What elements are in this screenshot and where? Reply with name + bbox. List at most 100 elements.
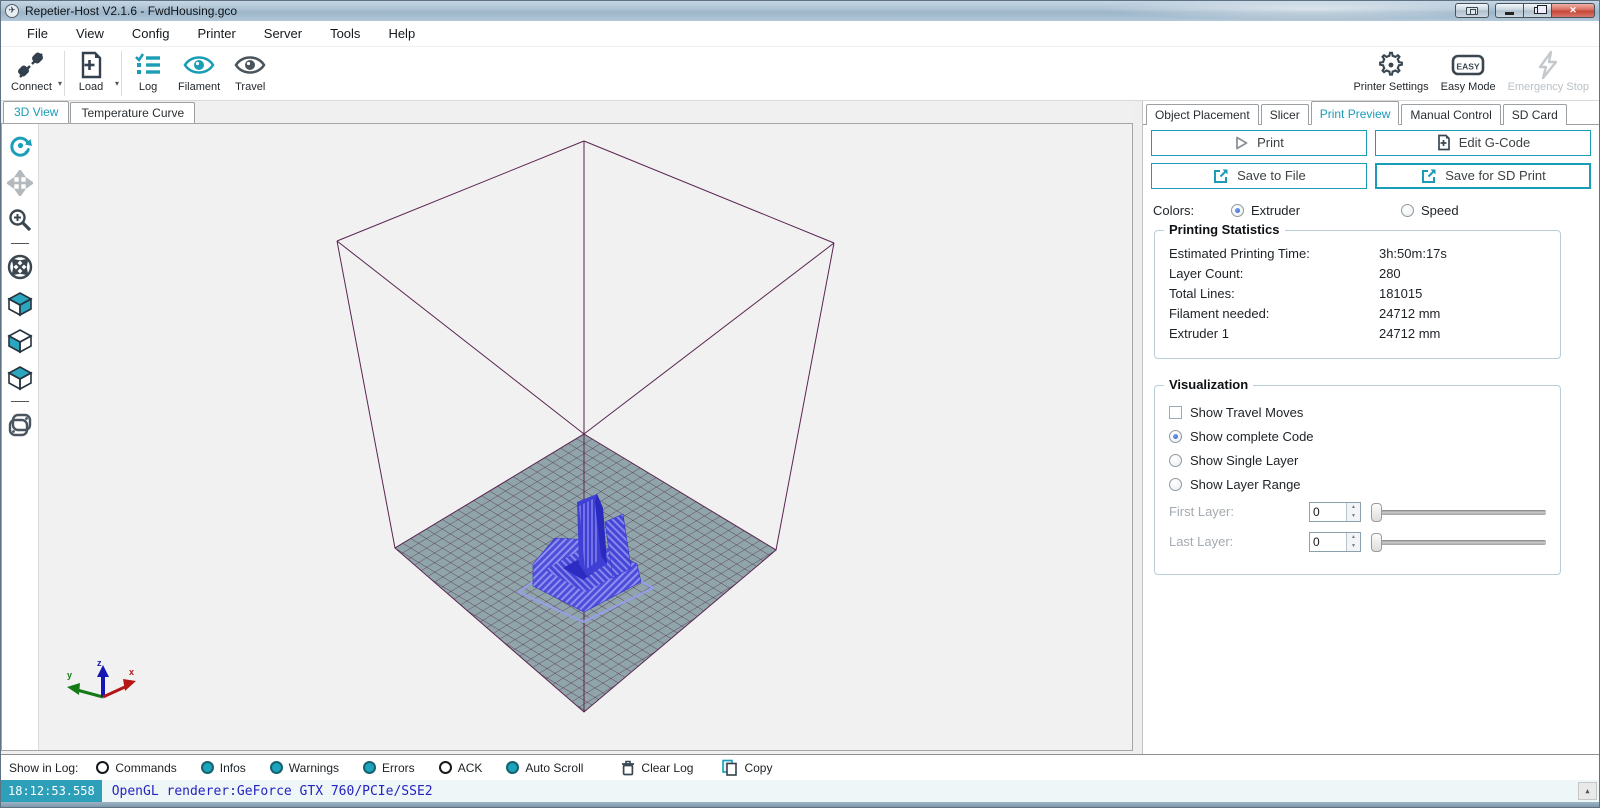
copy-icon — [721, 759, 738, 776]
tab-object-placement[interactable]: Object Placement — [1146, 104, 1259, 125]
easy-mode-button[interactable]: EASY Easy Mode — [1435, 47, 1502, 100]
show-in-log-label: Show in Log: — [9, 761, 78, 775]
move-view-button[interactable] — [6, 169, 34, 197]
menu-printer[interactable]: Printer — [185, 23, 247, 44]
travel-toggle-button[interactable]: Travel — [226, 47, 274, 100]
3d-scene[interactable]: y z x — [39, 124, 1132, 750]
menu-tools[interactable]: Tools — [318, 23, 372, 44]
log-scroll-up-button[interactable]: ▲ — [1578, 782, 1597, 800]
tab-slicer[interactable]: Slicer — [1261, 104, 1309, 125]
extruder-radio[interactable] — [1231, 204, 1244, 217]
log-filter-infos[interactable]: Infos — [201, 761, 246, 775]
last-layer-label: Last Layer: — [1169, 534, 1309, 549]
main-toolbar: Connect ▾ Load ▾ Log Filament — [1, 47, 1599, 101]
menu-bar: File View Config Printer Server Tools He… — [1, 21, 1599, 47]
warnings-toggle-icon[interactable] — [270, 761, 283, 774]
filament-toggle-button[interactable]: Filament — [172, 47, 226, 100]
show-travel-moves-option[interactable]: Show Travel Moves — [1169, 405, 1550, 420]
load-file-icon — [77, 50, 105, 80]
ack-toggle-icon[interactable] — [439, 761, 452, 774]
log-list-icon — [133, 50, 163, 80]
load-button[interactable]: Load — [67, 47, 115, 100]
colors-extruder-option[interactable]: Extruder — [1231, 203, 1401, 218]
speed-radio[interactable] — [1401, 204, 1414, 217]
log-output[interactable]: 18:12:53.558 OpenGL renderer:GeForce GTX… — [1, 780, 1599, 802]
slider-thumb[interactable] — [1371, 503, 1382, 522]
easy-mode-icon: EASY — [1450, 50, 1486, 80]
show-single-layer-option[interactable]: Show Single Layer — [1169, 453, 1550, 468]
axis-y-label: y — [67, 670, 72, 680]
top-view-button[interactable] — [6, 364, 34, 392]
log-filter-warnings[interactable]: Warnings — [270, 761, 339, 775]
view-tool-strip — [2, 124, 39, 750]
print-button[interactable]: Print — [1151, 130, 1367, 156]
axis-x-label: x — [129, 667, 134, 677]
colors-speed-option[interactable]: Speed — [1401, 203, 1459, 218]
connect-button[interactable]: Connect — [5, 47, 58, 100]
spinner-arrows[interactable]: ▲▼ — [1346, 503, 1360, 521]
show-single-layer-radio[interactable] — [1169, 454, 1182, 467]
emergency-stop-button[interactable]: Emergency Stop — [1502, 47, 1595, 100]
first-layer-slider[interactable] — [1371, 502, 1546, 522]
show-complete-code-option[interactable]: Show complete Code — [1169, 429, 1550, 444]
tab-3d-view[interactable]: 3D View — [3, 101, 69, 123]
trash-icon — [621, 760, 635, 776]
stat-value: 3h:50m:17s — [1379, 246, 1447, 261]
autoscroll-toggle-icon[interactable] — [506, 761, 519, 774]
front-view-button[interactable] — [6, 327, 34, 355]
spinner-arrows[interactable]: ▲▼ — [1346, 533, 1360, 551]
show-layer-range-radio[interactable] — [1169, 478, 1182, 491]
first-layer-spinner[interactable]: 0 ▲▼ — [1309, 502, 1361, 522]
zoom-view-button[interactable] — [6, 206, 34, 234]
log-filter-commands[interactable]: Commands — [96, 761, 176, 775]
panel-splitter[interactable] — [1133, 101, 1142, 754]
stat-row: Filament needed:24712 mm — [1169, 306, 1550, 321]
titlebar-extra-button[interactable] — [1455, 3, 1489, 18]
save-to-file-button[interactable]: Save to File — [1151, 163, 1367, 189]
view-column: 3D View Temperature Curve — [1, 101, 1133, 754]
log-toggle-button[interactable]: Log — [124, 47, 172, 100]
tab-temperature-curve[interactable]: Temperature Curve — [70, 102, 195, 123]
infos-toggle-icon[interactable] — [201, 761, 214, 774]
edit-gcode-button[interactable]: Edit G-Code — [1375, 130, 1591, 156]
errors-toggle-icon[interactable] — [363, 761, 376, 774]
show-travel-moves-checkbox[interactable] — [1169, 406, 1182, 419]
stat-row: Extruder 124712 mm — [1169, 326, 1550, 341]
last-layer-slider[interactable] — [1371, 532, 1546, 552]
commands-toggle-icon[interactable] — [96, 761, 109, 774]
isometric-view-button[interactable] — [6, 290, 34, 318]
copy-log-button[interactable]: Copy — [721, 759, 772, 776]
slider-thumb[interactable] — [1371, 533, 1382, 552]
fit-view-button[interactable] — [6, 253, 34, 281]
menu-file[interactable]: File — [15, 23, 60, 44]
show-layer-range-option[interactable]: Show Layer Range — [1169, 477, 1550, 492]
projection-toggle-button[interactable] — [6, 411, 34, 439]
minimize-button[interactable] — [1495, 3, 1523, 18]
scene-wrap: y z x — [39, 124, 1132, 750]
clear-log-button[interactable]: Clear Log — [621, 760, 693, 776]
menu-help[interactable]: Help — [376, 23, 427, 44]
log-filter-errors[interactable]: Errors — [363, 761, 415, 775]
tab-manual-control[interactable]: Manual Control — [1401, 104, 1500, 125]
colors-row: Colors: Extruder Speed — [1153, 203, 1591, 218]
rotate-view-button[interactable] — [6, 132, 34, 160]
menu-config[interactable]: Config — [120, 23, 182, 44]
export-icon — [1420, 168, 1437, 184]
tab-sd-card[interactable]: SD Card — [1503, 104, 1567, 125]
printer-settings-button[interactable]: Printer Settings — [1347, 47, 1434, 100]
viewport-frame: y z x — [1, 123, 1133, 751]
close-button[interactable]: ✕ — [1551, 3, 1595, 18]
restore-button[interactable] — [1523, 3, 1551, 18]
tab-print-preview[interactable]: Print Preview — [1311, 101, 1400, 125]
last-layer-spinner[interactable]: 0 ▲▼ — [1309, 532, 1361, 552]
filament-eye-icon — [182, 50, 216, 80]
connect-dropdown-caret[interactable]: ▾ — [58, 79, 62, 88]
menu-view[interactable]: View — [64, 23, 116, 44]
log-filter-ack[interactable]: ACK — [439, 761, 483, 775]
load-dropdown-caret[interactable]: ▾ — [115, 79, 119, 88]
log-timestamp: 18:12:53.558 — [1, 780, 102, 802]
log-autoscroll-toggle[interactable]: Auto Scroll — [506, 761, 583, 775]
show-complete-code-radio[interactable] — [1169, 430, 1182, 443]
save-for-sd-print-button[interactable]: Save for SD Print — [1375, 163, 1591, 189]
menu-server[interactable]: Server — [252, 23, 314, 44]
